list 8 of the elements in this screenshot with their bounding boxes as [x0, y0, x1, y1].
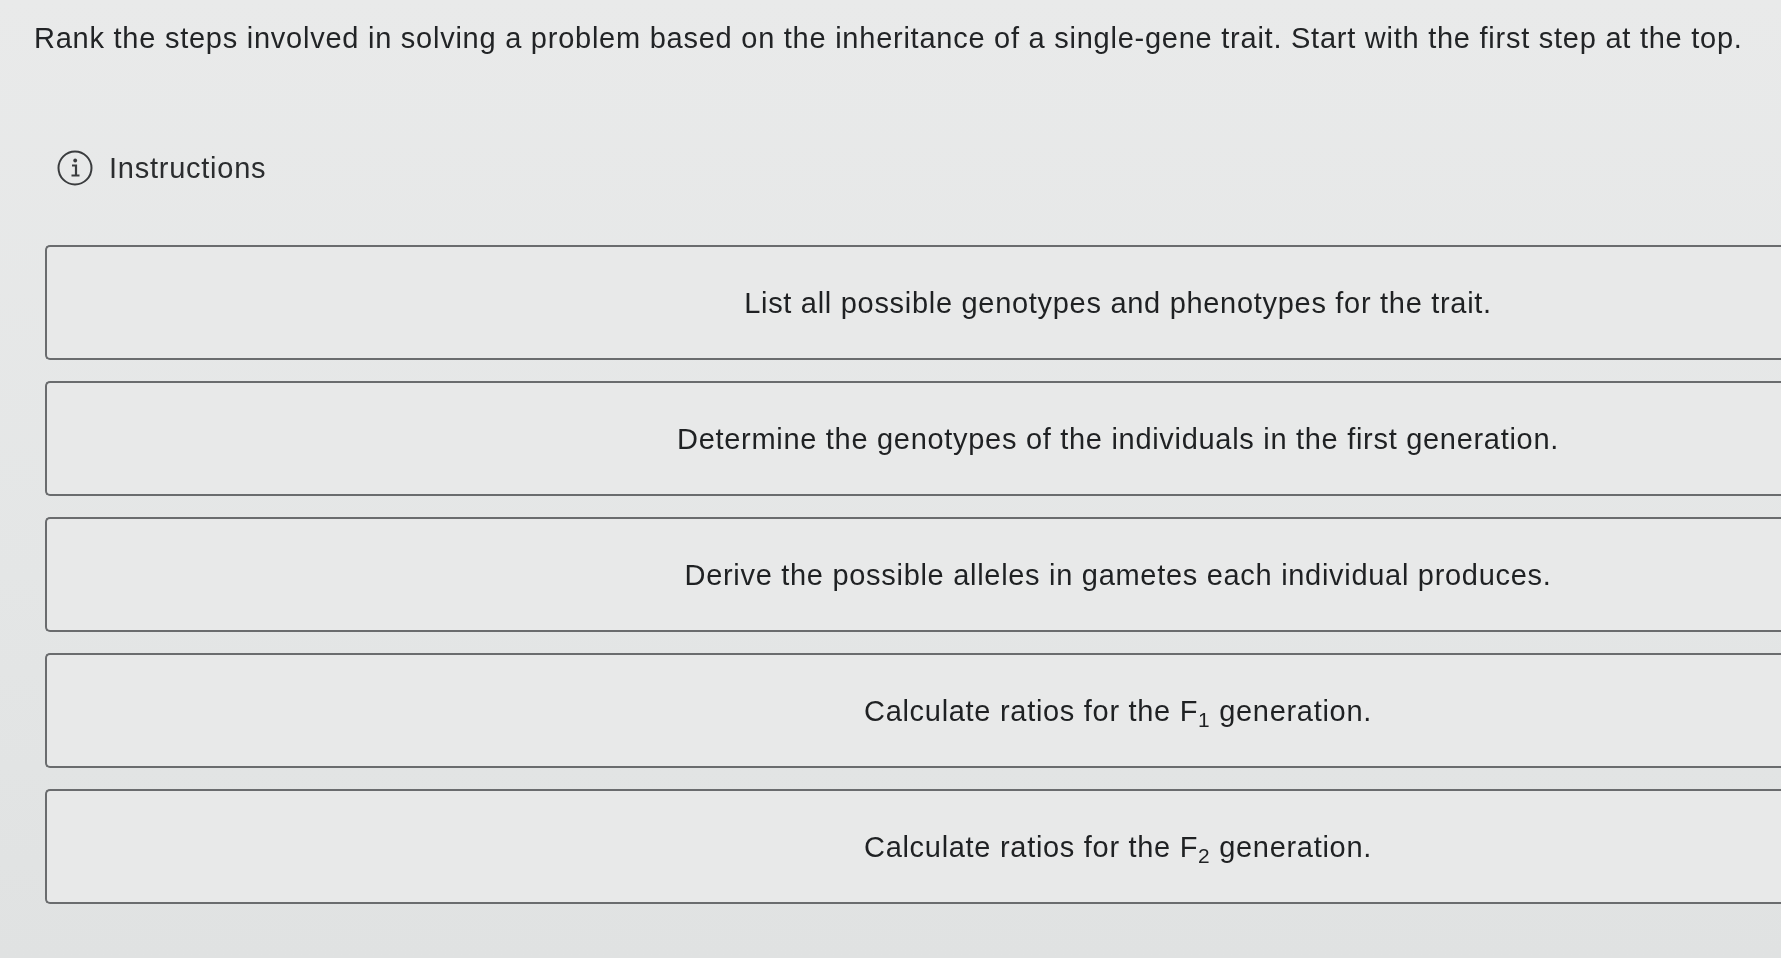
- info-icon: [57, 150, 93, 186]
- rank-item[interactable]: Derive the possible alleles in gametes each individual produces.: [45, 517, 1781, 632]
- rank-item[interactable]: Determine the genotypes of the individuals in the first generation.: [45, 381, 1781, 496]
- question-prompt: Rank the steps involved in solving a problem based on the inheritance of a single-gene trait. Start with the first step at the top.: [34, 22, 1743, 54]
- instructions-button[interactable]: Instructions: [57, 150, 267, 186]
- rank-item[interactable]: Calculate ratios for the F$_{2}$ generation.: [45, 789, 1781, 904]
- rank-item[interactable]: Calculate ratios for the F$_{1}$ generation.: [45, 653, 1781, 768]
- rank-item[interactable]: List all possible genotypes and phenotypes for the trait.: [45, 245, 1781, 360]
